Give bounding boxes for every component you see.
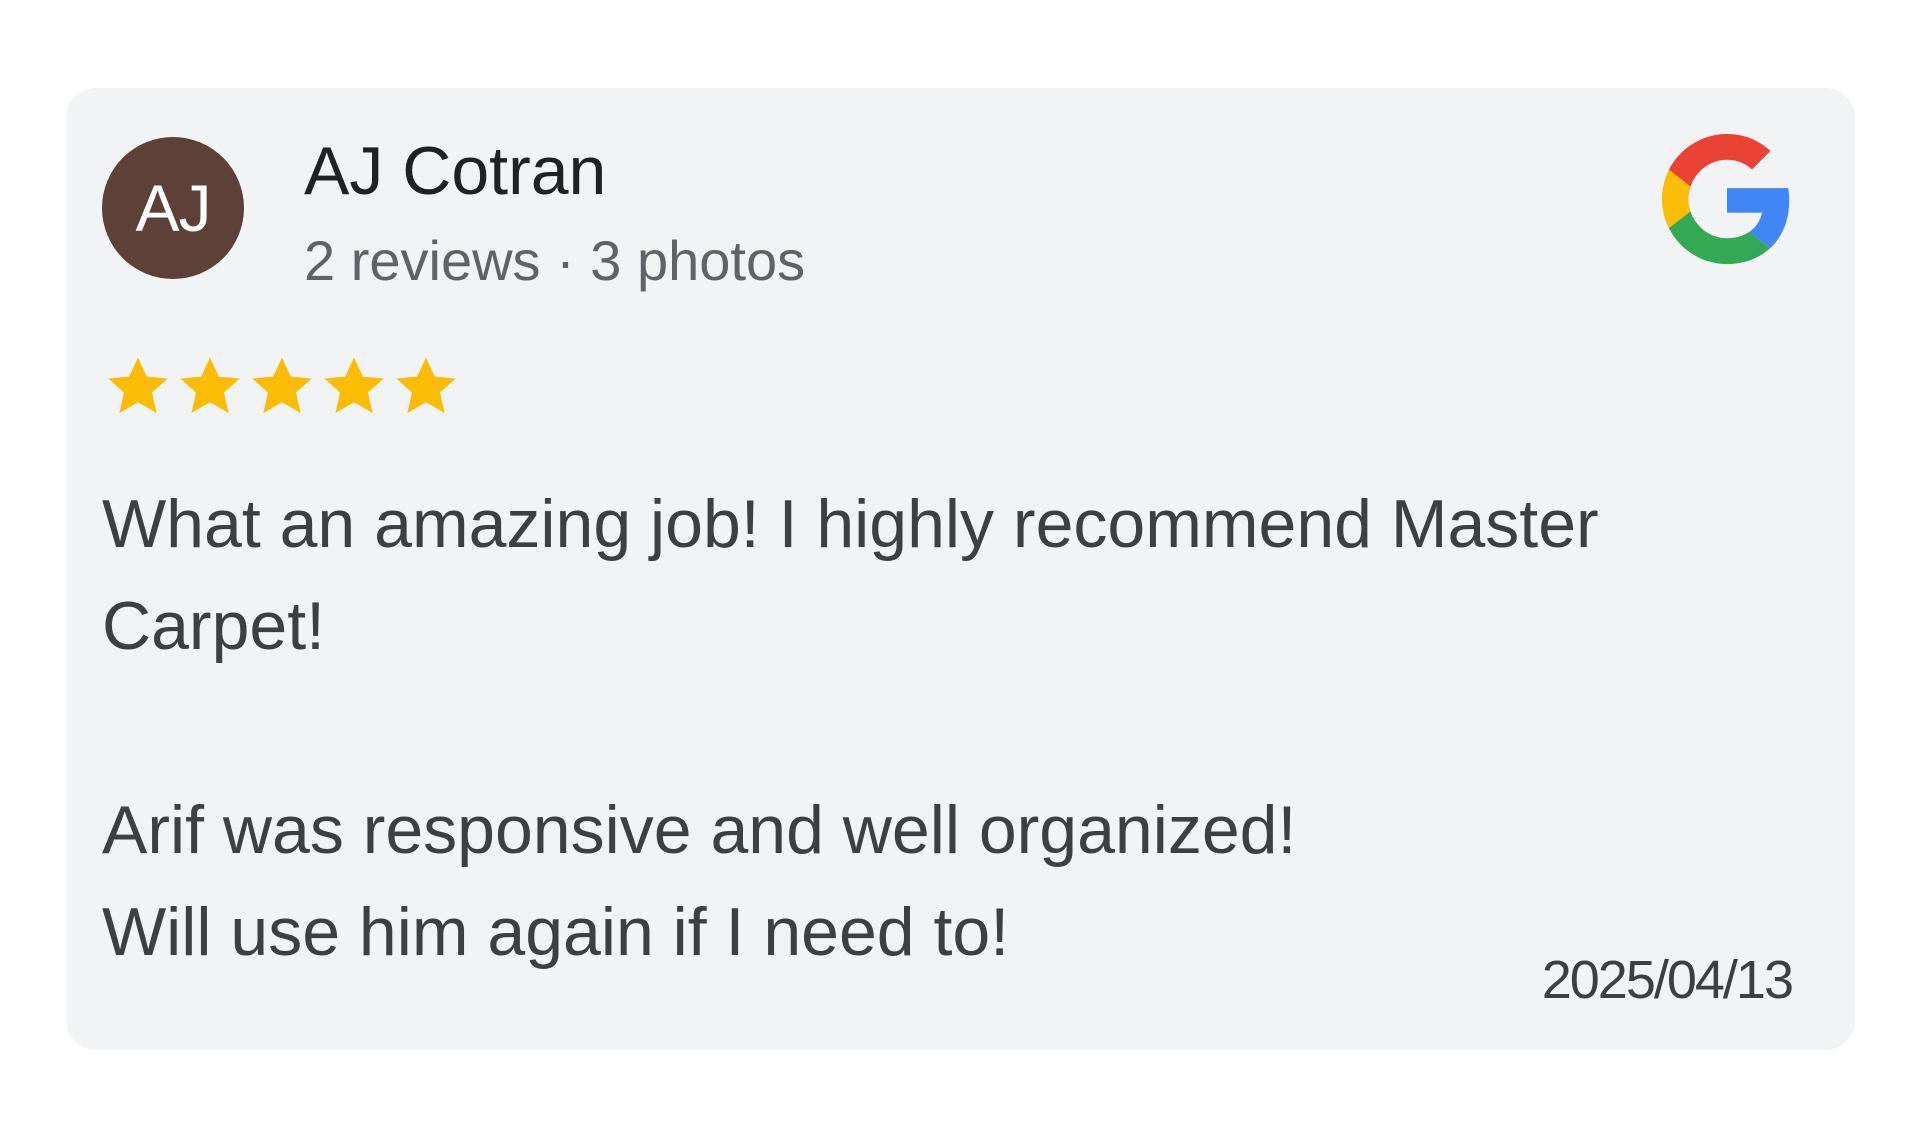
star-icon [324,357,384,413]
review-text: What an amazing job! I highly recommend … [102,486,1599,970]
star-icon [180,357,240,413]
star-icon [108,357,168,413]
avatar-initials: AJ [135,171,211,245]
google-logo-icon [1662,134,1790,264]
review-card: AJ AJ Cotran 2 reviews · 3 photos What a… [66,88,1855,1050]
star-icon [396,357,456,413]
star-rating [102,350,462,422]
avatar[interactable]: AJ [102,137,244,279]
author-name[interactable]: AJ Cotran [304,126,606,216]
author-meta[interactable]: 2 reviews · 3 photos [304,221,805,301]
review-date: 2025/04/13 [1541,950,1794,1010]
star-icon [252,357,312,413]
